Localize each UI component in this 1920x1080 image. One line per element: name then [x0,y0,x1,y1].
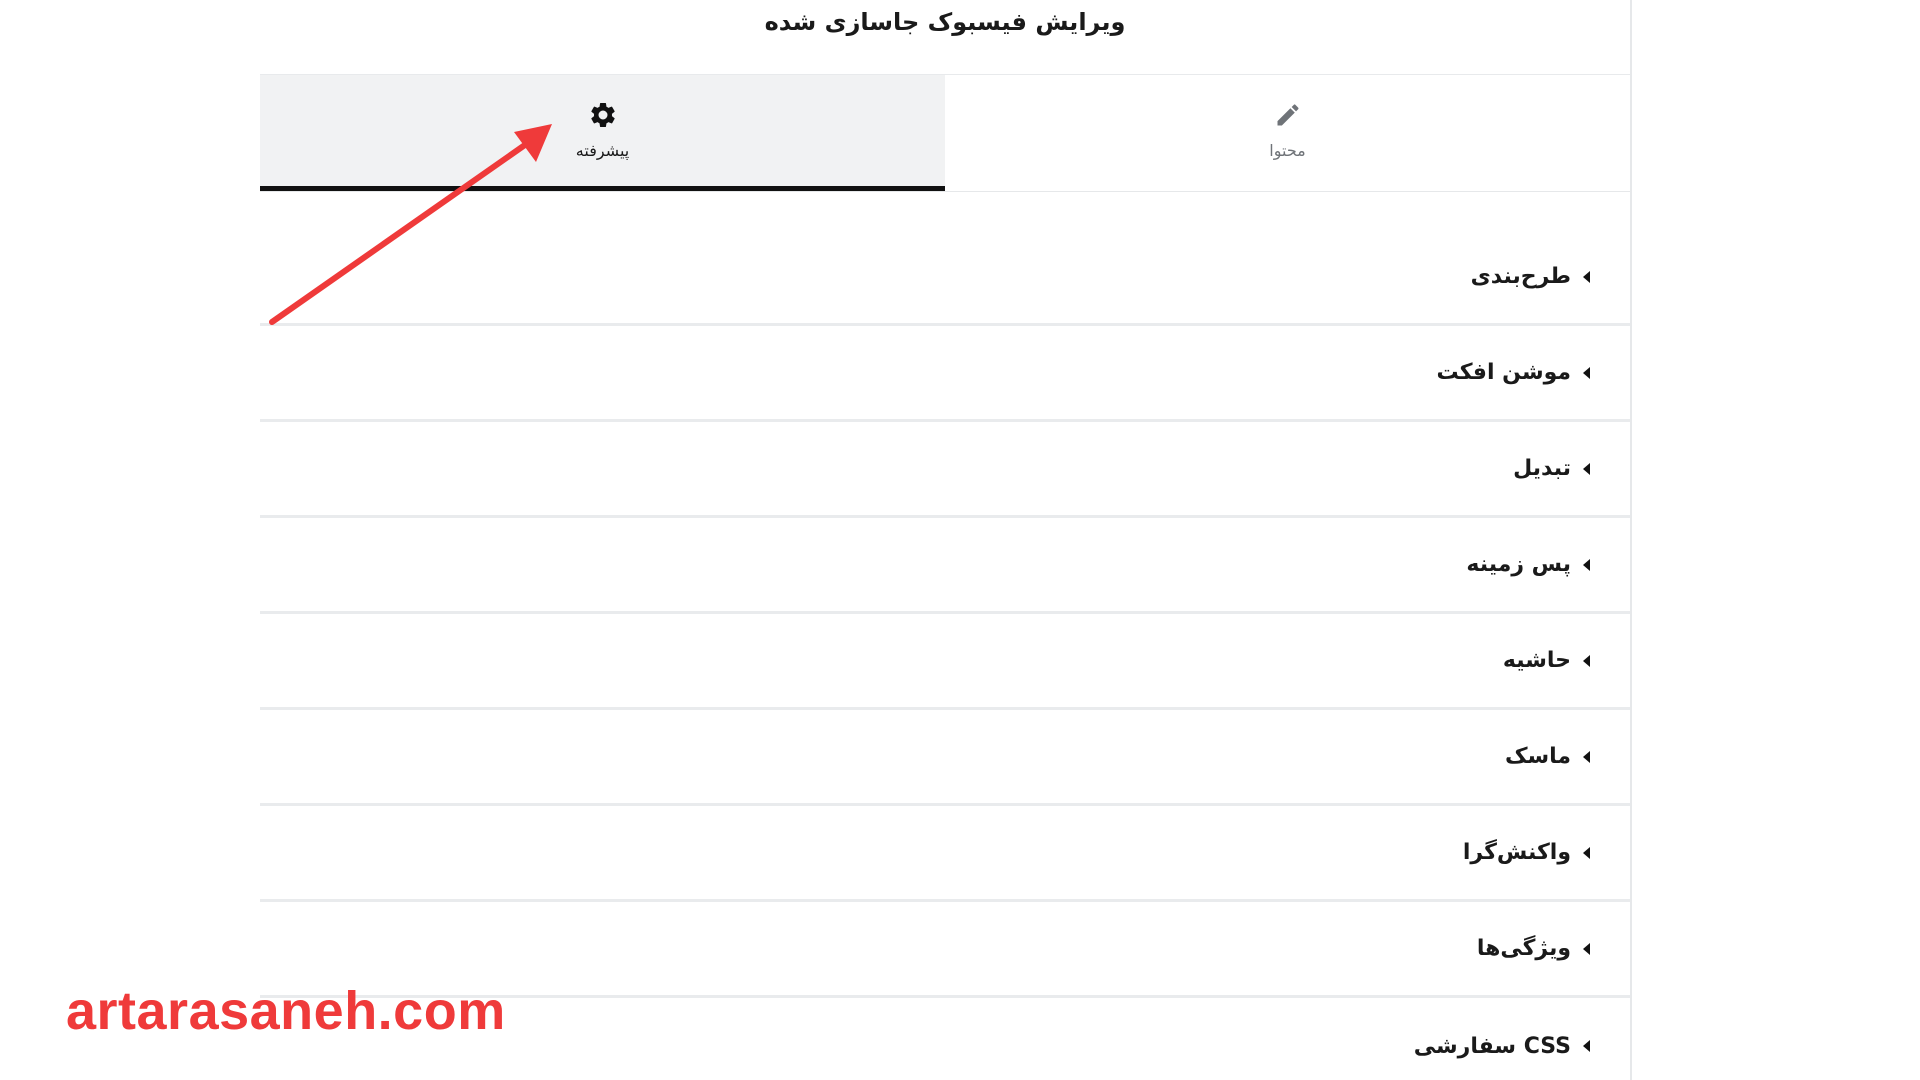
caret-left-icon [1583,366,1590,379]
section-mask[interactable]: ماسک [260,710,1630,806]
gear-icon [587,99,619,131]
section-label: طرح‌بندی [1470,264,1571,289]
tab-bar: محتوا پیشرفته [260,75,1630,192]
caret-left-icon [1583,462,1590,475]
section-label: پس زمینه [1466,552,1571,577]
tab-advanced-label: پیشرفته [575,141,630,160]
section-label: حاشیه [1502,648,1571,673]
tab-advanced[interactable]: پیشرفته [260,75,945,191]
caret-left-icon [1583,750,1590,763]
section-label: ماسک [1504,744,1571,769]
section-list: طرح‌بندی موشن افکت تبدیل پس زمینه حاشیه … [260,192,1630,1080]
section-border[interactable]: حاشیه [260,614,1630,710]
section-label: موشن افکت [1436,360,1571,385]
section-responsive[interactable]: واکنش‌گرا [260,806,1630,902]
section-motion-effects[interactable]: موشن افکت [260,326,1630,422]
watermark-text: artarasaneh.com [66,981,506,1041]
section-background[interactable]: پس زمینه [260,518,1630,614]
tab-content-label: محتوا [1269,141,1306,160]
section-layout[interactable]: طرح‌بندی [260,192,1630,326]
editor-panel: ویرایش فیسبوک جاسازی شده محتوا پیشرفته ط… [260,0,1632,1080]
caret-left-icon [1583,558,1590,571]
pencil-icon [1272,99,1304,131]
section-label: تبدیل [1513,456,1571,481]
caret-left-icon [1583,846,1590,859]
page: ویرایش فیسبوک جاسازی شده محتوا پیشرفته ط… [0,0,1920,1080]
tab-content[interactable]: محتوا [945,75,1630,191]
section-transform[interactable]: تبدیل [260,422,1630,518]
section-label: ویژگی‌ها [1476,936,1571,961]
panel-title: ویرایش فیسبوک جاسازی شده [764,8,1126,36]
caret-left-icon [1583,1040,1590,1052]
section-label: واکنش‌گرا [1462,840,1571,865]
caret-left-icon [1583,270,1590,283]
section-label: CSS سفارشی [1413,1033,1571,1059]
caret-left-icon [1583,654,1590,667]
panel-header: ویرایش فیسبوک جاسازی شده [260,0,1630,75]
caret-left-icon [1583,942,1590,955]
